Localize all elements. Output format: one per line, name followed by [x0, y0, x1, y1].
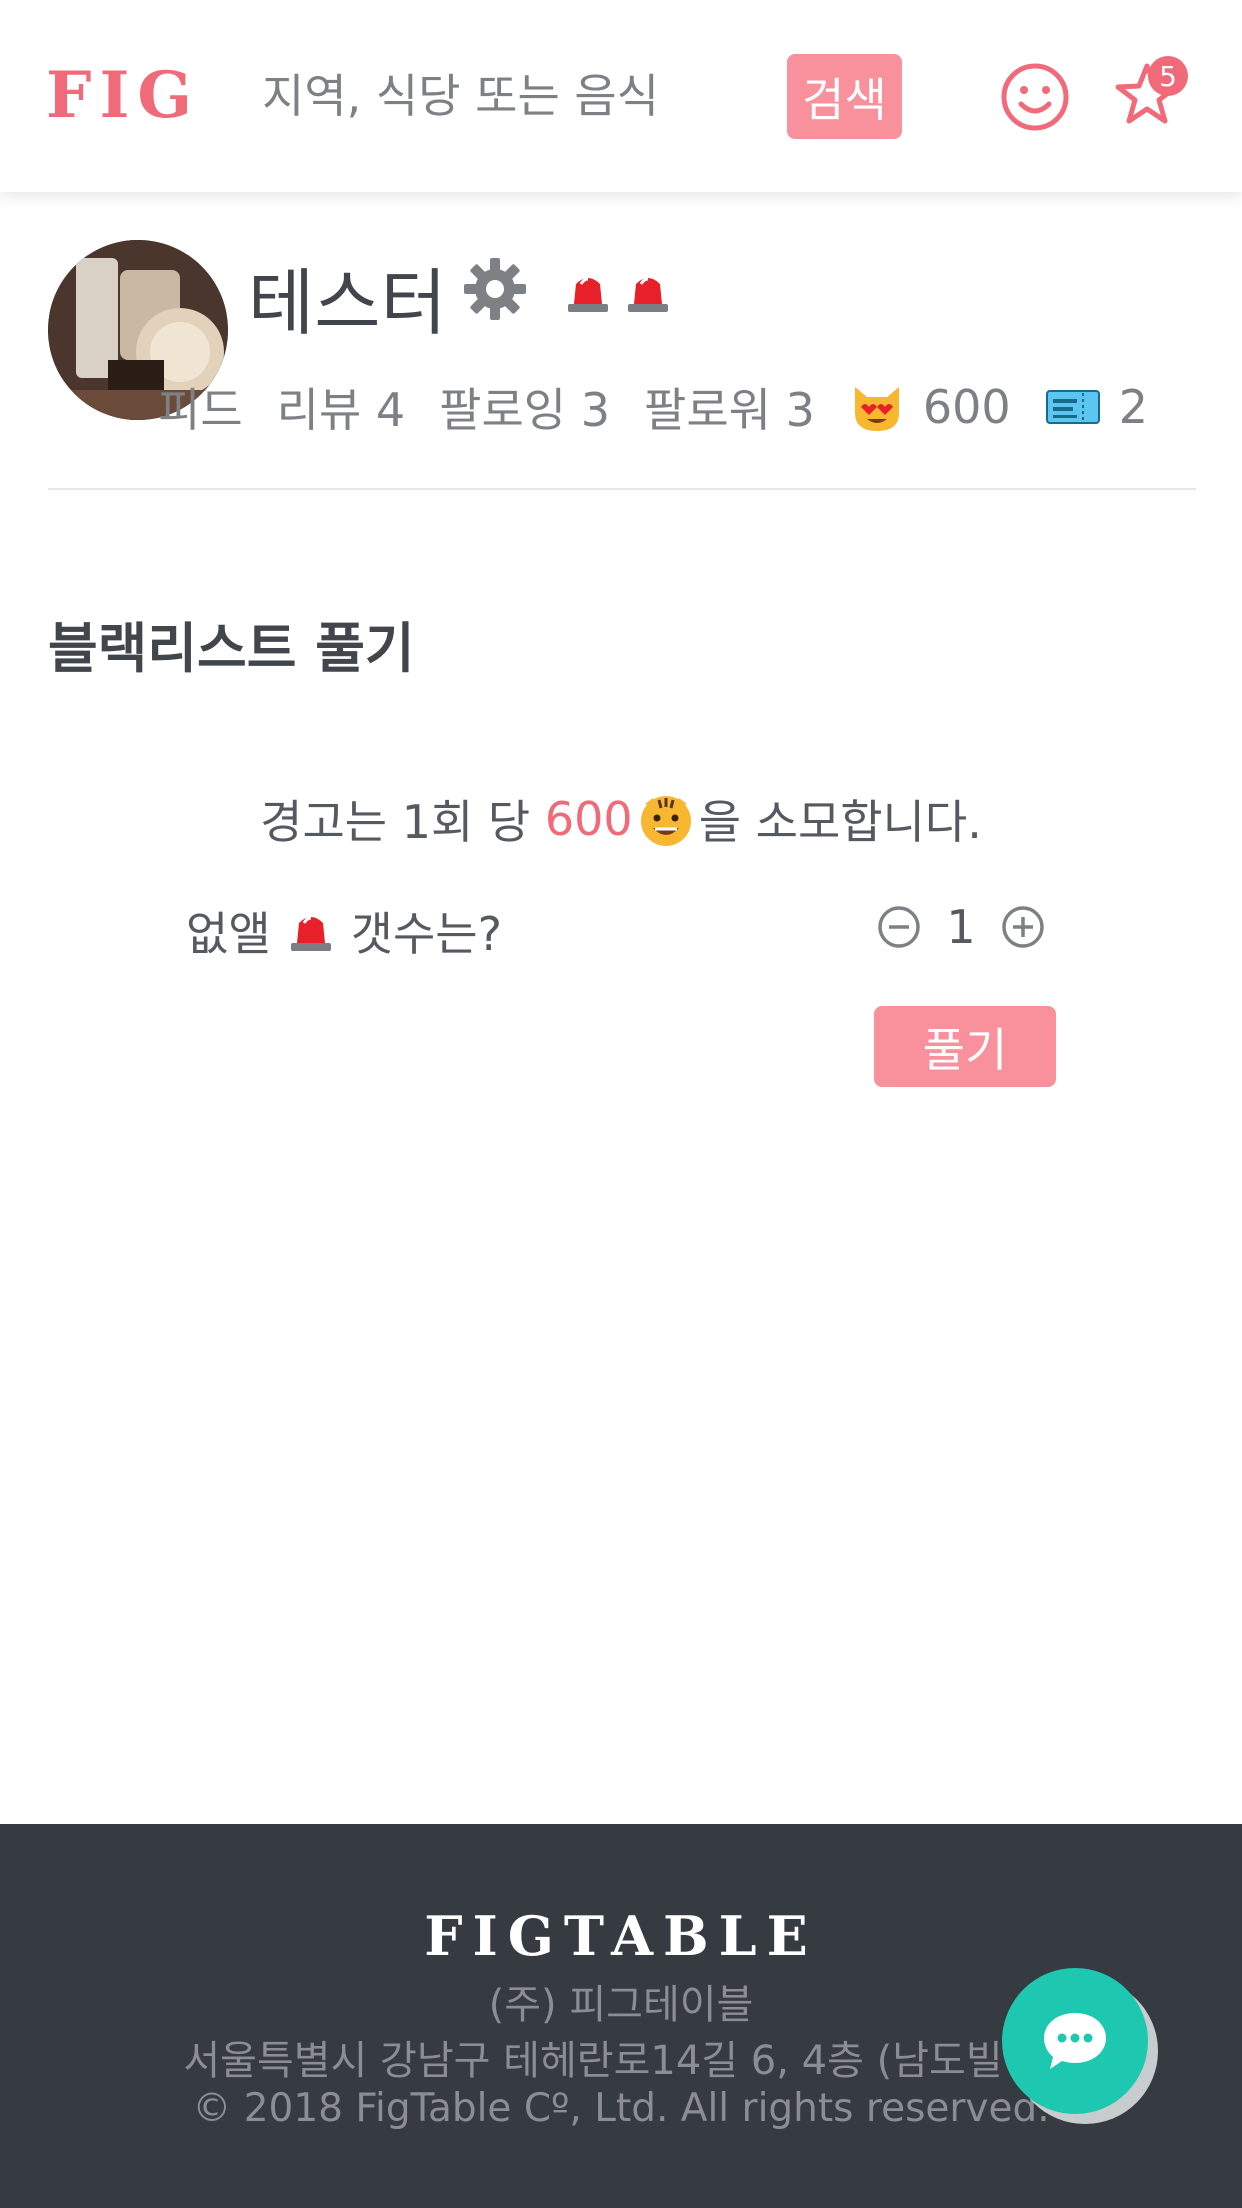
remove-label-before: 없앨 [186, 907, 271, 961]
plus-circle-icon[interactable] [1000, 904, 1046, 950]
minus-circle-icon[interactable] [876, 904, 922, 950]
quantity-stepper: 1 [876, 900, 1046, 954]
profile-divider [48, 488, 1196, 490]
fig-logo[interactable]: FIG [46, 58, 200, 133]
chat-button[interactable] [1002, 1968, 1148, 2114]
tiger-icon [640, 796, 691, 846]
remove-label-after: 갯수는? [350, 907, 503, 961]
top-header: FIG 검색 5 [0, 0, 1242, 192]
profile-stats: 피드 리뷰 4 팔로잉 3 팔로워 3 600 2 [158, 374, 1148, 440]
notice-suffix: 을 소모합니다. [698, 795, 982, 849]
notice-prefix: 경고는 1회 당 [260, 795, 545, 849]
heart-eyes-cat-icon [854, 387, 899, 431]
search-button[interactable]: 검색 [787, 54, 902, 139]
profile-name: 테스터 [248, 261, 447, 345]
favorites-badge: 5 [1148, 56, 1188, 96]
feed-link[interactable]: 피드 [158, 374, 243, 440]
footer-logo: FIGTABLE [424, 1904, 818, 1968]
smile-icon[interactable] [1000, 62, 1070, 132]
followers-link[interactable]: 팔로워 3 [644, 374, 815, 440]
cost-notice: 경고는 1회 당 600 을 소모합니다. [0, 786, 1242, 852]
ticket-icon [1045, 390, 1100, 424]
quantity-value: 1 [946, 900, 976, 954]
siren-icon [568, 277, 608, 312]
gear-icon[interactable] [462, 256, 528, 322]
tickets-value: 2 [1118, 380, 1148, 434]
siren-icon [290, 916, 331, 951]
reviews-link[interactable]: 리뷰 4 [277, 374, 406, 440]
chat-icon [1044, 2013, 1106, 2069]
following-link[interactable]: 팔로잉 3 [439, 374, 610, 440]
page-title: 블랙리스트 풀기 [48, 617, 415, 680]
release-button[interactable]: 풀기 [874, 1006, 1056, 1087]
siren-icon [628, 277, 668, 312]
points-value: 600 [922, 380, 1011, 434]
notice-cost: 600 [544, 792, 633, 846]
remove-count-label: 없앨 갯수는? [186, 898, 502, 964]
search-input[interactable] [262, 56, 722, 136]
